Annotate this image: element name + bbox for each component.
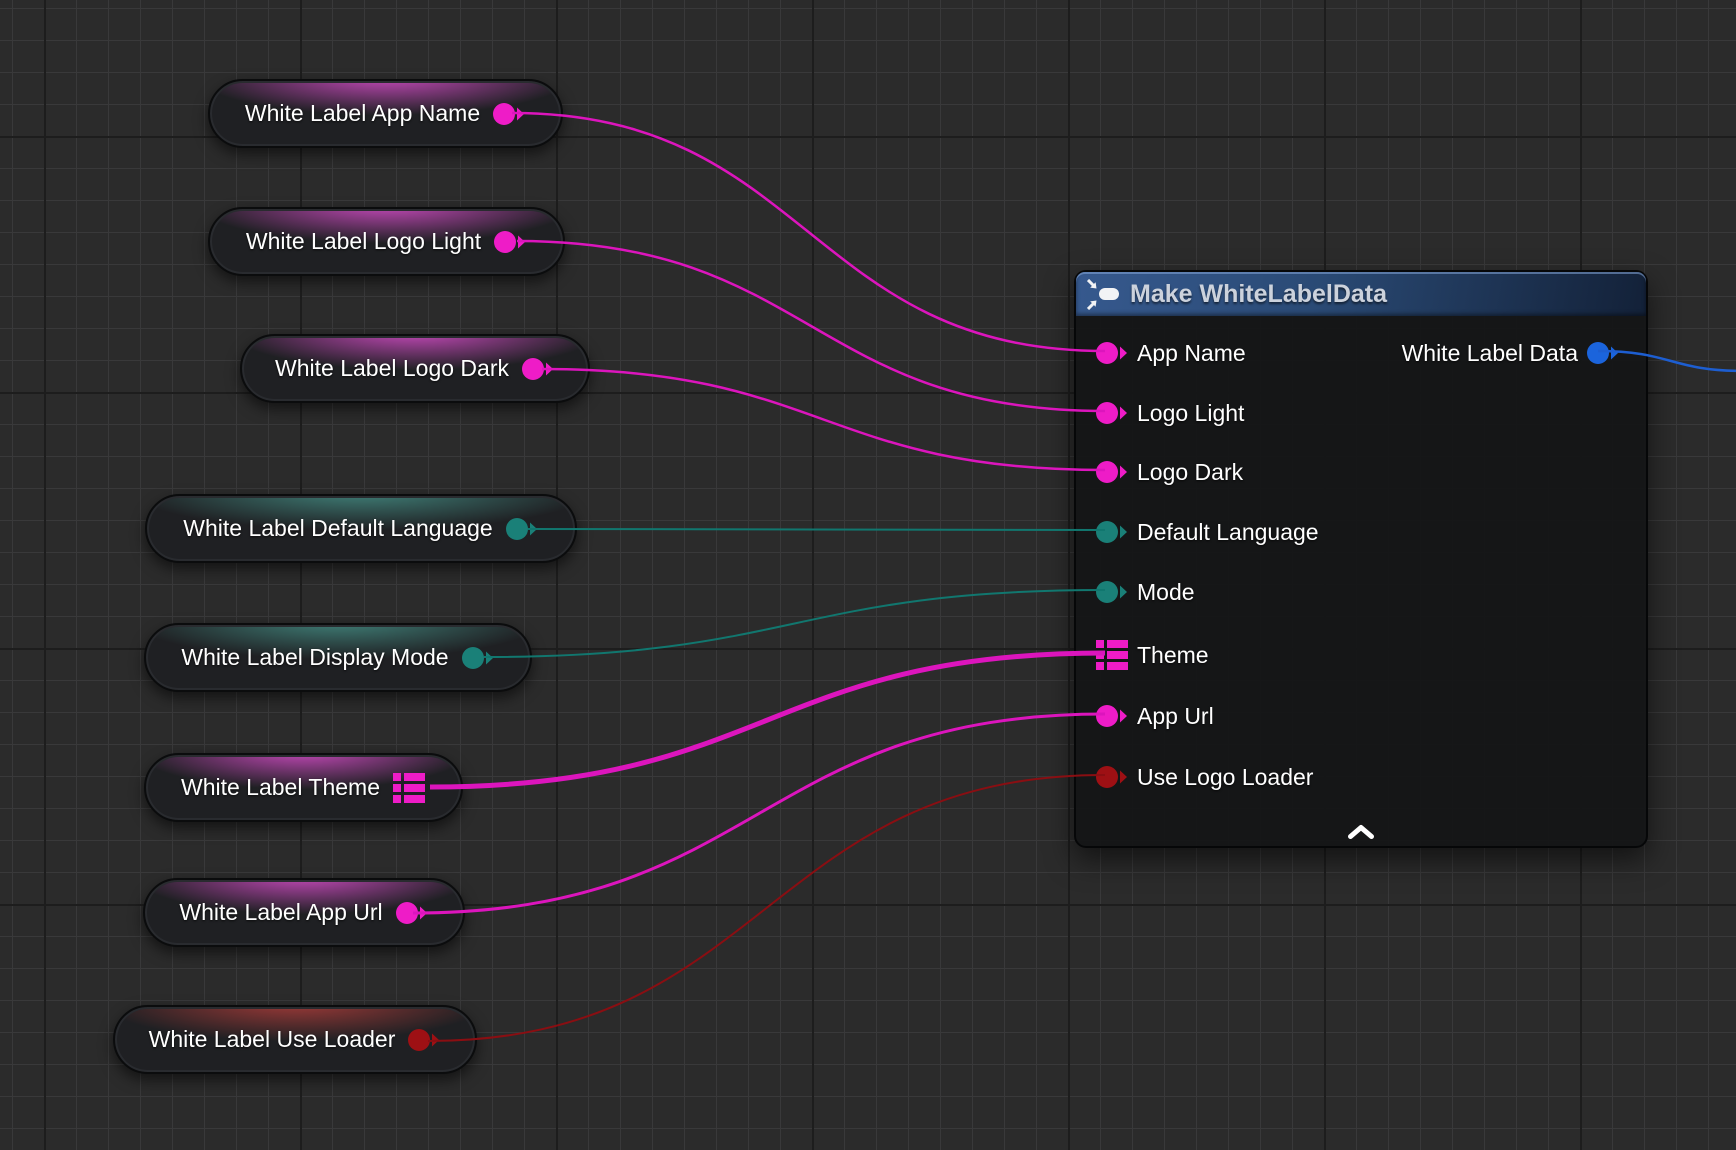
- variable-getter-node[interactable]: White Label Logo Light: [208, 207, 565, 276]
- connection-wire[interactable]: [517, 241, 1105, 411]
- output-pin-icon[interactable]: [407, 1027, 441, 1053]
- input-pin-row: Logo Dark: [1095, 455, 1243, 489]
- variable-getter-node[interactable]: White Label Theme: [144, 753, 463, 822]
- connection-wire[interactable]: [413, 714, 1105, 913]
- connection-wire[interactable]: [428, 775, 1105, 1041]
- input-pin-row: App Name: [1095, 336, 1246, 370]
- input-pin-label: Logo Dark: [1137, 459, 1243, 486]
- connection-wire[interactable]: [542, 369, 1105, 470]
- make-node-header[interactable]: Make WhiteLabelData: [1076, 272, 1646, 316]
- variable-getter-node[interactable]: White Label App Name: [208, 79, 563, 148]
- input-pin-icon[interactable]: [1095, 459, 1129, 485]
- input-pin-icon[interactable]: [1095, 400, 1129, 426]
- input-pin-icon[interactable]: [1095, 764, 1129, 790]
- blueprint-graph-canvas[interactable]: White Label App Name White Label Logo Lig…: [0, 0, 1736, 1150]
- input-pin-label: Theme: [1137, 642, 1209, 669]
- input-pin-row: Theme: [1095, 638, 1209, 672]
- input-pin-label: App Name: [1137, 340, 1246, 367]
- input-pin-row: Use Logo Loader: [1095, 760, 1313, 794]
- input-pin-icon[interactable]: [1095, 340, 1129, 366]
- output-pin-label: White Label Data: [1402, 340, 1578, 367]
- make-struct-icon: [1087, 279, 1120, 310]
- variable-node-label: White Label Use Loader: [149, 1026, 396, 1053]
- input-pin-icon[interactable]: [1095, 519, 1129, 545]
- input-pin-row: App Url: [1095, 699, 1214, 733]
- struct-output-pin-icon[interactable]: [392, 772, 426, 804]
- chevron-up-icon[interactable]: [1346, 823, 1376, 840]
- variable-node-label: White Label App Name: [245, 100, 480, 127]
- connection-wire[interactable]: [528, 529, 1105, 530]
- input-pin-row: Default Language: [1095, 515, 1319, 549]
- variable-getter-node[interactable]: White Label Default Language: [145, 494, 577, 563]
- variable-getter-node[interactable]: White Label Display Mode: [144, 623, 532, 692]
- struct-output-pin-icon[interactable]: [1586, 340, 1620, 366]
- input-pin-row: Mode: [1095, 575, 1195, 609]
- make-node-title: Make WhiteLabelData: [1130, 280, 1387, 309]
- variable-node-label: White Label Default Language: [183, 515, 492, 542]
- variable-getter-node[interactable]: White Label Logo Dark: [240, 334, 590, 403]
- variable-node-label: White Label Logo Light: [246, 228, 481, 255]
- variable-node-label: White Label Theme: [181, 774, 380, 801]
- make-struct-node[interactable]: Make WhiteLabelData App Name Logo Light Log…: [1074, 270, 1648, 848]
- input-pin-label: Use Logo Loader: [1137, 764, 1313, 791]
- connection-wire[interactable]: [512, 113, 1105, 351]
- input-pin-row: Logo Light: [1095, 396, 1244, 430]
- input-pin-label: Default Language: [1137, 519, 1319, 546]
- connection-wire[interactable]: [484, 590, 1105, 657]
- variable-getter-node[interactable]: White Label Use Loader: [113, 1005, 477, 1074]
- variable-node-label: White Label App Url: [179, 899, 382, 926]
- input-pin-label: App Url: [1137, 703, 1214, 730]
- input-pin-label: Logo Light: [1137, 400, 1244, 427]
- variable-node-label: White Label Display Mode: [181, 644, 448, 671]
- input-pin-icon[interactable]: [1095, 579, 1129, 605]
- input-pin-label: Mode: [1137, 579, 1195, 606]
- input-pin-icon[interactable]: [1095, 703, 1129, 729]
- output-pin-row: White Label Data: [1402, 336, 1620, 370]
- variable-node-label: White Label Logo Dark: [275, 355, 509, 382]
